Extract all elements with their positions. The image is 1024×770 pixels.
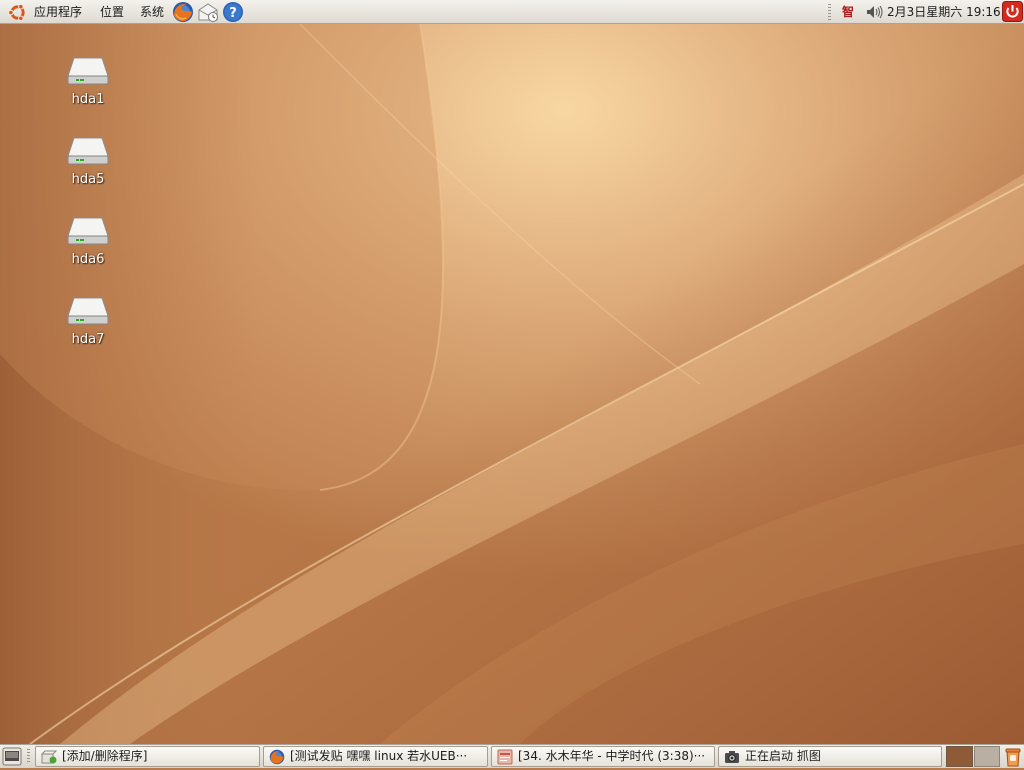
svg-text:?: ? [229,6,237,21]
task-label: [测试发贴 嘿嘿 linux 若水UEB··· [290,749,468,763]
desktop-icon-hda1[interactable]: hda1 [60,52,116,107]
camera-icon [725,751,739,763]
firefox-icon [269,749,285,765]
show-desktop-icon[interactable] [2,747,22,766]
music-player-icon [497,749,513,765]
desktop-icon-label: hda5 [71,172,105,187]
bottom-panel: [添加/删除程序] [测试发贴 嘿嘿 linux 若水UEB··· [34. 水… [0,744,1024,768]
hard-drive-icon [67,217,109,245]
package-icon [41,750,57,764]
menu-system[interactable]: 系统 [138,0,166,24]
desktop[interactable]: hda1 hda5 hda6 hda7 [0,24,1024,744]
task-label: 正在启动 抓图 [745,749,821,763]
menu-applications[interactable]: 应用程序 [32,0,84,24]
input-method-indicator[interactable]: 智 [842,0,854,24]
desktop-icon-label: hda7 [71,332,105,347]
desktop-icon-hda5[interactable]: hda5 [60,132,116,187]
evolution-mail-icon[interactable] [197,1,219,23]
help-icon[interactable]: ? [222,1,244,23]
workspace-1[interactable] [946,746,973,767]
task-screenshot[interactable]: 正在启动 抓图 [718,746,942,767]
desktop-icon-label: hda1 [71,92,105,107]
clock[interactable]: 2月3日星期六 19:16 [887,0,1001,24]
power-icon[interactable] [1002,1,1023,22]
task-add-remove-programs[interactable]: [添加/删除程序] [35,746,260,767]
firefox-icon[interactable] [172,1,194,23]
task-firefox[interactable]: [测试发贴 嘿嘿 linux 若水UEB··· [263,746,488,767]
desktop-icon-hda6[interactable]: hda6 [60,212,116,267]
desktop-icon-hda7[interactable]: hda7 [60,292,116,347]
panel-handle [27,749,30,764]
task-label: [添加/删除程序] [62,749,148,763]
speaker-icon[interactable] [866,5,884,19]
hard-drive-icon [67,137,109,165]
trash-icon[interactable] [1004,747,1022,767]
desktop-icon-label: hda6 [71,252,105,267]
hard-drive-icon [67,297,109,325]
workspace-2[interactable] [974,746,1000,767]
task-label: [34. 水木年华 - 中学时代 (3:38)··· [518,749,706,763]
top-panel: 应用程序 位置 系统 ? 智 2月3日星期六 19:16 [0,0,1024,24]
wallpaper [0,24,1024,744]
panel-handle [828,4,831,20]
menu-places[interactable]: 位置 [98,0,126,24]
task-music-player[interactable]: [34. 水木年华 - 中学时代 (3:38)··· [491,746,715,767]
ubuntu-logo-icon[interactable] [8,3,27,22]
hard-drive-icon [67,57,109,85]
